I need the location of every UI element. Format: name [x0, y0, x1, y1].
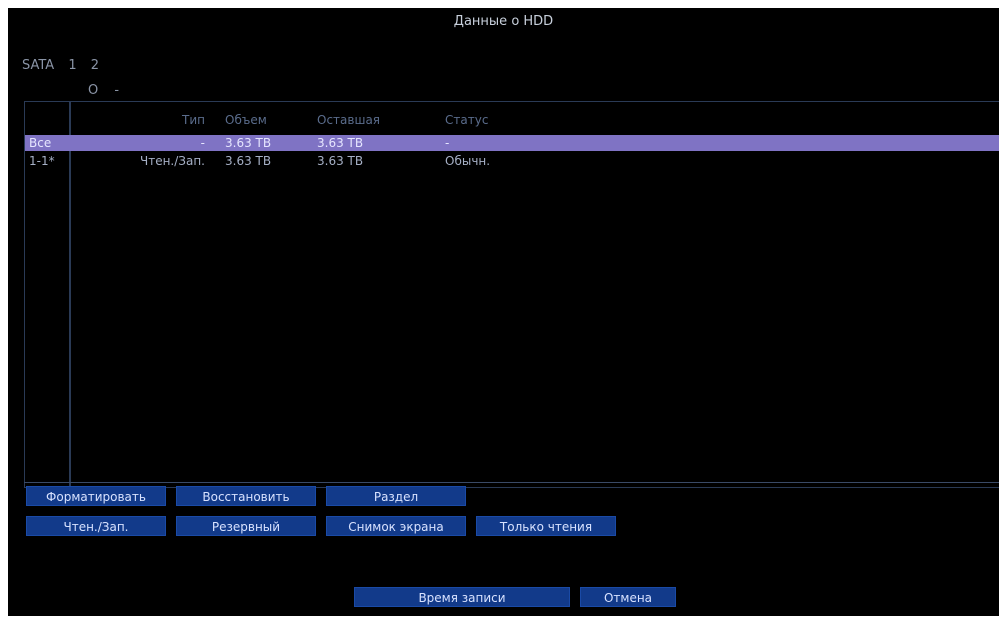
header-remaining: Оставшая: [317, 113, 381, 127]
row-capacity: 3.63 TB: [225, 154, 272, 168]
header-status: Статус: [445, 113, 489, 127]
row-remaining: 3.63 TB: [317, 154, 364, 168]
sata-port-2[interactable]: 2: [91, 58, 99, 73]
restore-button[interactable]: Восстановить: [176, 486, 316, 506]
row-capacity: 3.63 TB: [225, 136, 272, 150]
hdd-info-window: Данные о HDD SATA 1 2 O - Тип Объем Оста…: [8, 8, 999, 616]
window-title: Данные о HDD: [453, 14, 554, 29]
table-row[interactable]: 1-1* Чтен./Зап. 3.63 TB 3.63 TB Обычн.: [25, 153, 999, 169]
sata-ports-row: SATA 1 2: [22, 58, 109, 73]
backup-button[interactable]: Резервный: [176, 516, 316, 536]
table-row[interactable]: Все - 3.63 TB 3.63 TB -: [25, 135, 999, 151]
row-remaining: 3.63 TB: [317, 136, 364, 150]
row-type: Чтен./Зап.: [139, 154, 205, 168]
record-time-button[interactable]: Время записи: [354, 587, 570, 607]
table-header: Тип Объем Оставшая Статус: [25, 112, 999, 128]
row-status: -: [445, 136, 450, 150]
row-id: Все: [29, 136, 52, 150]
partition-button[interactable]: Раздел: [326, 486, 466, 506]
divider-line: [24, 482, 999, 483]
row-status: Обычн.: [445, 154, 491, 168]
row-id: 1-1*: [29, 154, 55, 168]
sata-status-1: O: [88, 83, 99, 98]
sata-label: SATA: [22, 58, 55, 73]
format-button[interactable]: Форматировать: [26, 486, 166, 506]
snapshot-button[interactable]: Снимок экрана: [326, 516, 466, 536]
header-capacity: Объем: [225, 113, 267, 127]
sata-port-1[interactable]: 1: [68, 58, 76, 73]
sata-status-2: -: [114, 83, 120, 98]
row-type: -: [200, 136, 205, 150]
header-type: Тип: [182, 113, 205, 127]
read-write-button[interactable]: Чтен./Зап.: [26, 516, 166, 536]
cancel-button[interactable]: Отмена: [580, 587, 676, 607]
sata-status-row: O -: [88, 83, 131, 98]
hdd-table: Тип Объем Оставшая Статус Все - 3.63 TB …: [24, 101, 999, 488]
read-only-button[interactable]: Только чтения: [476, 516, 616, 536]
